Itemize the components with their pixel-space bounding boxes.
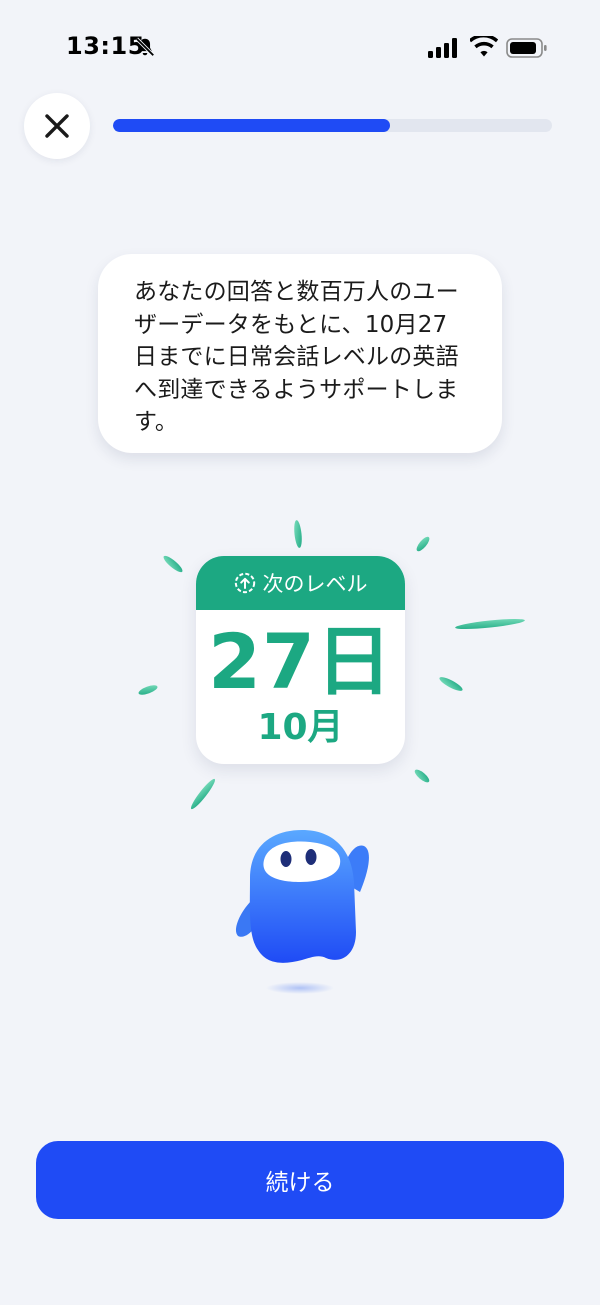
battery-icon xyxy=(506,38,547,58)
cellular-signal-icon xyxy=(428,38,457,58)
continue-button[interactable]: 続ける xyxy=(36,1141,564,1219)
sparkle xyxy=(414,769,430,783)
sparkle xyxy=(439,677,463,691)
message-line: へ到達できるようサポートしま xyxy=(134,376,459,403)
sparkle xyxy=(455,618,525,630)
progress-bar-fill xyxy=(113,119,390,132)
close-icon xyxy=(45,114,69,138)
message-line: す。 xyxy=(134,409,179,435)
sparkle xyxy=(416,536,430,552)
sparkle xyxy=(163,555,183,573)
target-day: 27日 xyxy=(208,617,393,706)
mascot-character xyxy=(235,830,369,994)
target-month: 10月 xyxy=(257,707,344,748)
progress-bar xyxy=(113,119,552,132)
message-line: 日までに日常会話レベルの英語 xyxy=(134,344,459,370)
next-level-calendar-card: 次のレベル 27日 10月 xyxy=(196,556,405,764)
arrow-up-circle-icon xyxy=(234,572,255,594)
status-bar: 13:15 xyxy=(0,0,600,96)
speech-bubble: あなたの回答と数百万人のユー ザーデータをもとに、10月27 日までに日常会話レ… xyxy=(98,254,502,453)
sparkle xyxy=(190,778,216,810)
message-line: ザーデータをもとに、10月27 xyxy=(134,311,448,338)
goal-screen: 13:15 あなたの回答と数百万人のユー ザーデータをもとに、10月27 日まで… xyxy=(0,0,600,1305)
sparkle xyxy=(138,685,158,695)
wifi-icon xyxy=(470,36,498,57)
message-line: あなたの回答と数百万人のユー xyxy=(134,279,459,305)
bell-muted-icon xyxy=(135,37,155,57)
calendar-header-label: 次のレベル xyxy=(262,572,368,596)
sparkle xyxy=(294,520,302,548)
close-button[interactable] xyxy=(24,93,90,159)
calendar-header: 次のレベル xyxy=(196,556,405,610)
